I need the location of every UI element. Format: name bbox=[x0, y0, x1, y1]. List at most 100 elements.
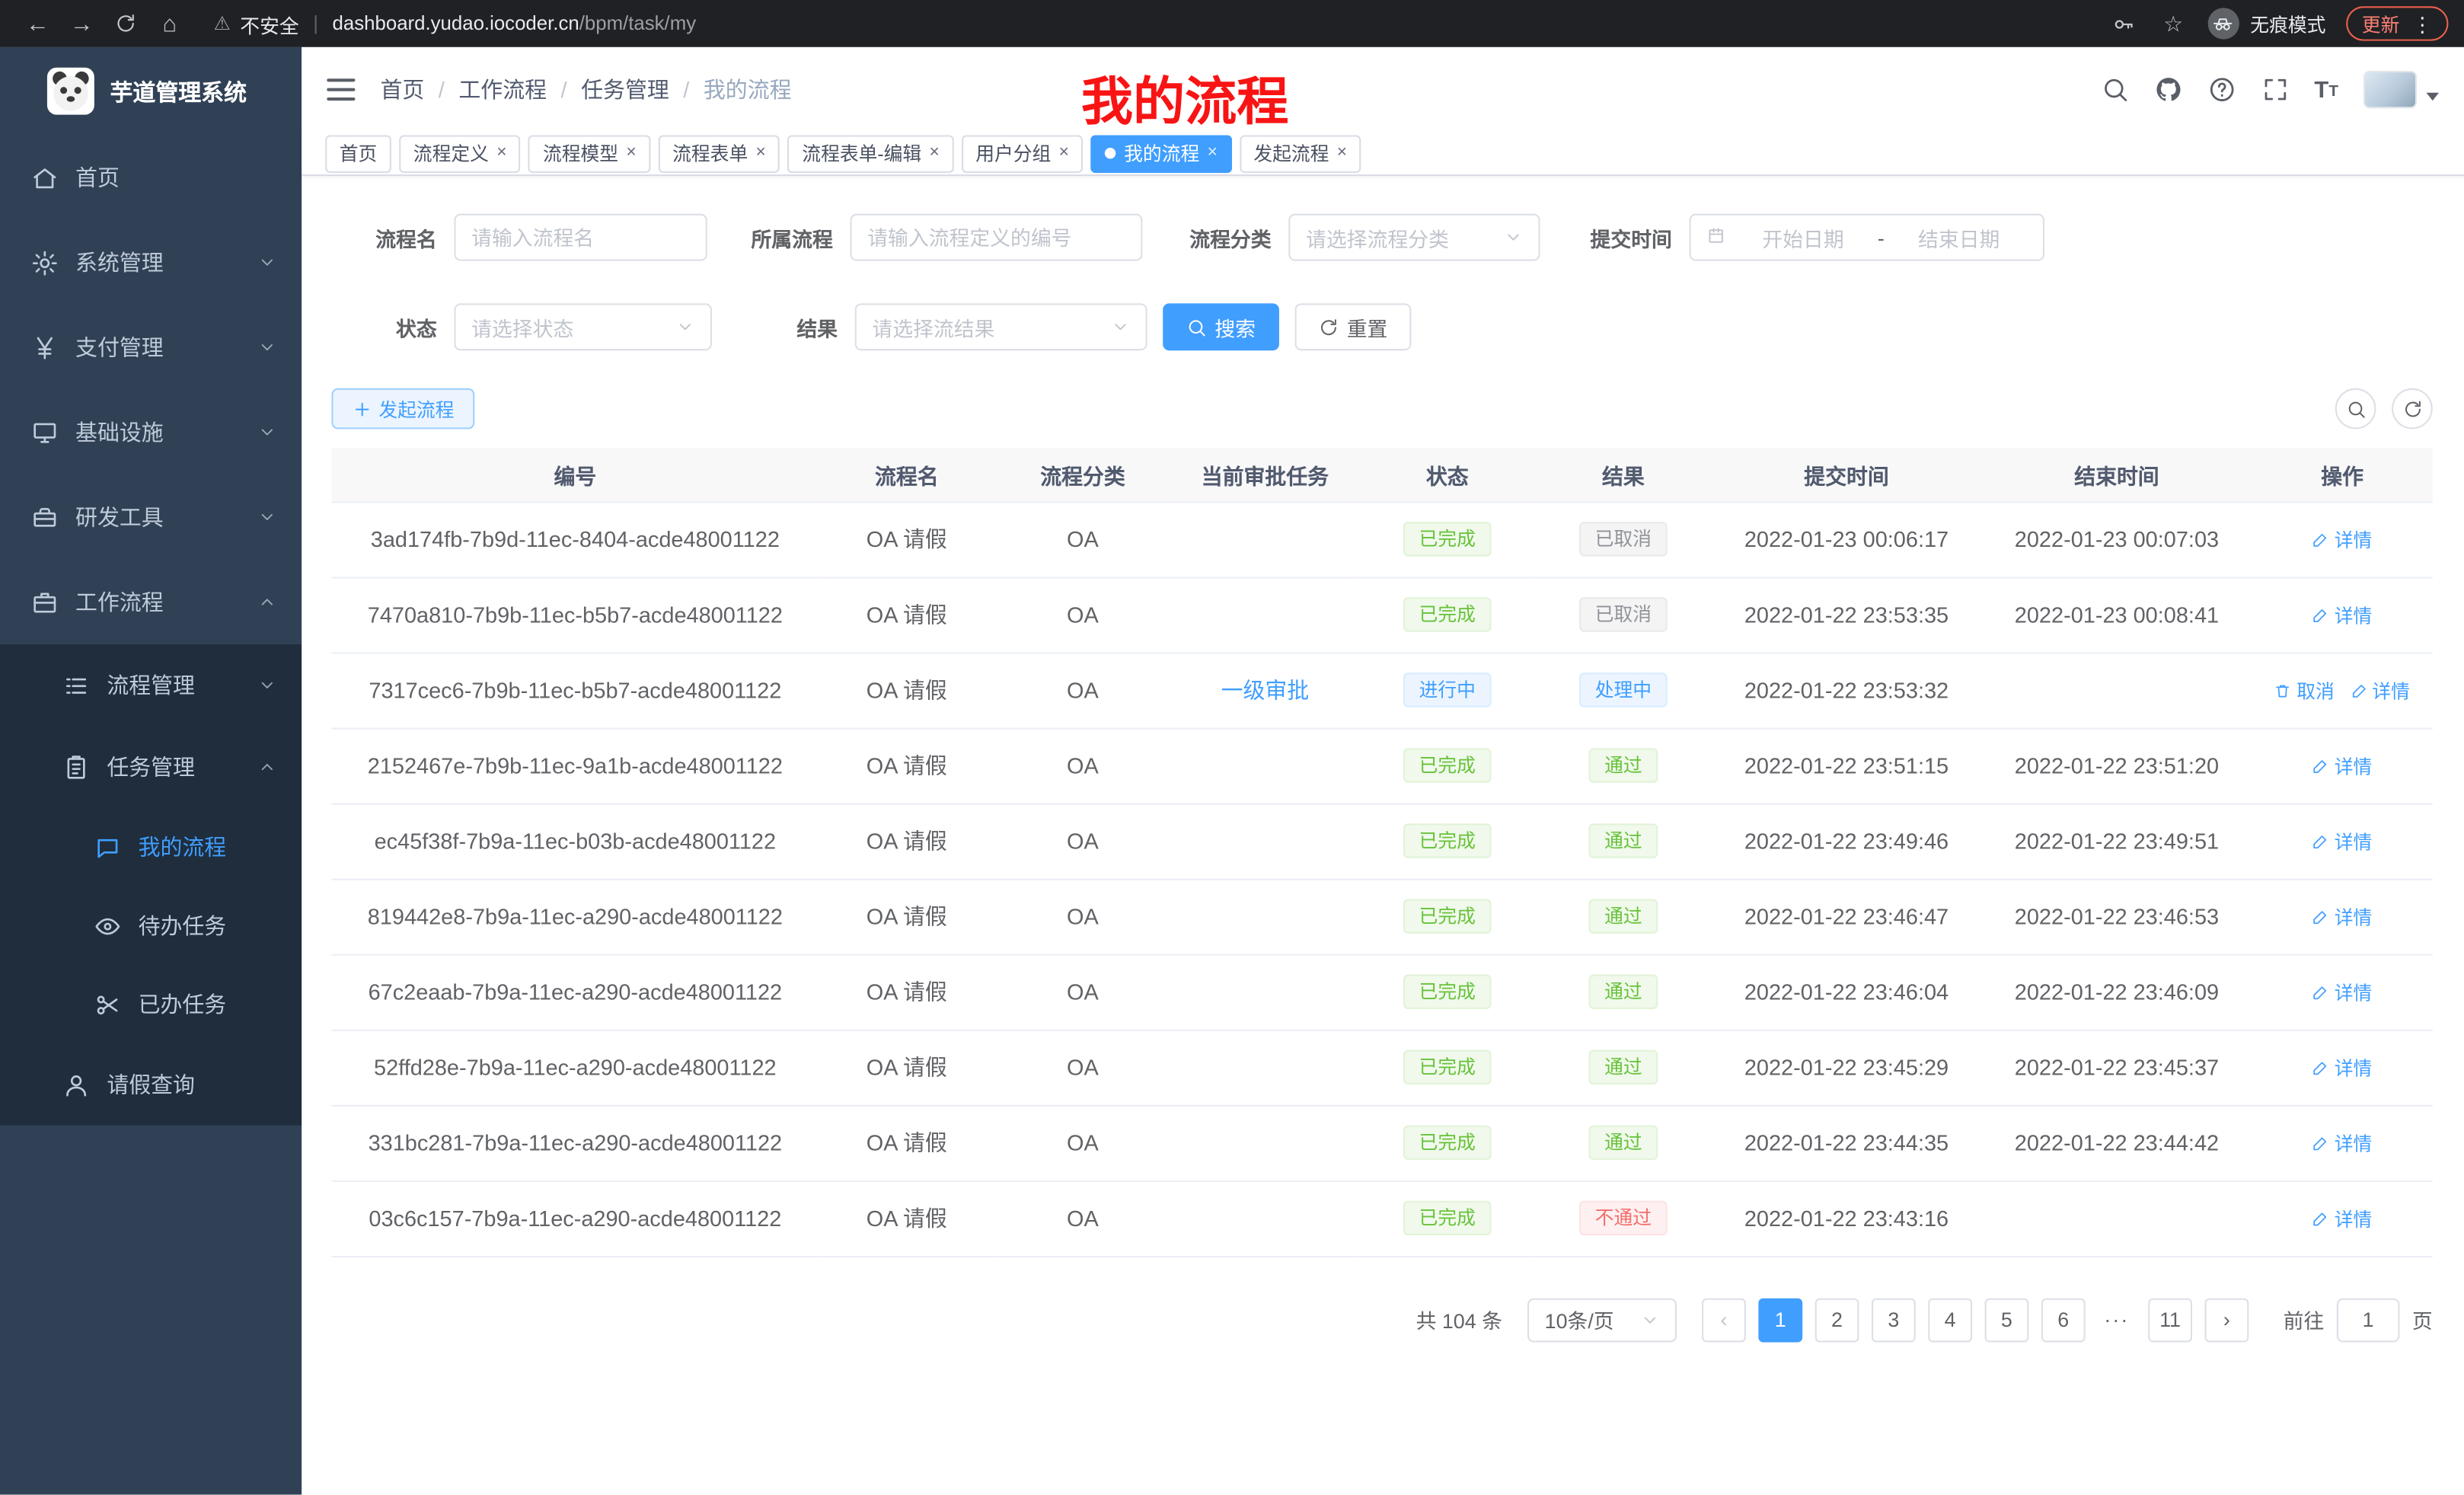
page-button[interactable]: 11 bbox=[2148, 1298, 2192, 1342]
sidebar-item[interactable]: 工作流程 bbox=[0, 560, 302, 644]
sidebar-item[interactable]: 待办任务 bbox=[0, 886, 302, 965]
page-button[interactable]: 5 bbox=[1985, 1298, 2029, 1342]
detail-action[interactable]: 详情 bbox=[2312, 903, 2372, 930]
next-page-button[interactable]: › bbox=[2204, 1298, 2249, 1342]
toolbar-right bbox=[2335, 388, 2433, 430]
sidebar-item[interactable]: 研发工具 bbox=[0, 474, 302, 559]
breadcrumb-item[interactable]: 任务管理 bbox=[581, 74, 669, 105]
reset-button[interactable]: 重置 bbox=[1295, 303, 1412, 350]
sidebar-item[interactable]: 基础设施 bbox=[0, 390, 302, 474]
toggle-search-button[interactable] bbox=[2335, 388, 2376, 430]
help-icon[interactable] bbox=[2207, 75, 2236, 104]
close-icon[interactable]: × bbox=[496, 145, 506, 162]
detail-action[interactable]: 详情 bbox=[2312, 601, 2372, 628]
cell-end-time: 2022-01-22 23:45:37 bbox=[1981, 1030, 2252, 1105]
pencil-icon bbox=[2312, 832, 2330, 850]
page-size-select[interactable]: 10条/页 bbox=[1527, 1298, 1677, 1342]
monitor-icon bbox=[31, 419, 58, 446]
breadcrumb-item[interactable]: 首页 bbox=[380, 74, 424, 105]
status-select[interactable]: 请选择状态 bbox=[454, 303, 711, 350]
tab-item[interactable]: 首页 bbox=[325, 134, 391, 172]
close-icon[interactable]: × bbox=[1208, 145, 1218, 162]
task-link[interactable]: 一级审批 bbox=[1221, 677, 1310, 702]
pages-ellipsis-icon[interactable]: ··· bbox=[2098, 1308, 2136, 1331]
status-tag: 已完成 bbox=[1403, 899, 1492, 933]
toolbox-icon bbox=[31, 503, 58, 530]
search-button[interactable]: 搜索 bbox=[1163, 303, 1279, 350]
detail-action[interactable]: 详情 bbox=[2312, 1129, 2372, 1156]
detail-action[interactable]: 详情 bbox=[2312, 1054, 2372, 1081]
sidebar-item[interactable]: 我的流程 bbox=[0, 808, 302, 886]
update-button[interactable]: 更新 ⋮ bbox=[2346, 6, 2448, 40]
tab-item[interactable]: 流程定义× bbox=[399, 134, 521, 172]
key-icon[interactable] bbox=[2111, 11, 2139, 36]
breadcrumb-item[interactable]: 工作流程 bbox=[458, 74, 547, 105]
sidebar-item[interactable]: 首页 bbox=[0, 135, 302, 219]
page-button[interactable]: 6 bbox=[2041, 1298, 2086, 1342]
hamburger-icon[interactable] bbox=[327, 78, 355, 101]
pagination: 共 104 条 10条/页 ‹ 123456···11 › 前往 页 bbox=[331, 1298, 2432, 1342]
address-bar[interactable]: ⚠ 不安全 | dashboard.yudao.iocoder.cn/bpm/t… bbox=[214, 8, 696, 38]
sidebar-item[interactable]: 流程管理 bbox=[0, 644, 302, 726]
menu-dots-icon[interactable]: ⋮ bbox=[2412, 14, 2433, 34]
column-header: 编号 bbox=[331, 448, 819, 501]
font-size-icon[interactable]: TT bbox=[2314, 78, 2338, 101]
process-name-input[interactable] bbox=[454, 214, 707, 261]
tab-item[interactable]: 流程表单-编辑× bbox=[788, 134, 954, 172]
cell-current-task bbox=[1171, 501, 1360, 577]
close-icon[interactable]: × bbox=[1059, 145, 1069, 162]
result-tag: 不通过 bbox=[1579, 1201, 1668, 1235]
detail-action[interactable]: 详情 bbox=[2312, 979, 2372, 1005]
cancel-action[interactable]: 取消 bbox=[2274, 676, 2334, 703]
cell-category: OA bbox=[994, 954, 1170, 1030]
page-button[interactable]: 4 bbox=[1928, 1298, 1972, 1342]
page-button[interactable]: 3 bbox=[1872, 1298, 1916, 1342]
back-icon[interactable]: ← bbox=[16, 10, 60, 37]
cell-category: OA bbox=[994, 879, 1170, 954]
close-icon[interactable]: × bbox=[626, 145, 636, 162]
app-logo[interactable]: 芋道管理系统 bbox=[0, 47, 302, 136]
avatar[interactable] bbox=[2363, 71, 2439, 109]
sidebar-item[interactable]: 支付管理 bbox=[0, 305, 302, 389]
cell-actions: 详情 bbox=[2252, 954, 2432, 1030]
search-icon[interactable] bbox=[2101, 75, 2129, 104]
cell-actions: 详情 bbox=[2252, 728, 2432, 803]
detail-action[interactable]: 详情 bbox=[2312, 828, 2372, 855]
category-select[interactable]: 请选择流程分类 bbox=[1288, 214, 1540, 261]
prev-page-button[interactable]: ‹ bbox=[1702, 1298, 1746, 1342]
detail-action[interactable]: 详情 bbox=[2350, 676, 2409, 703]
cell-id: 52ffd28e-7b9a-11ec-a290-acde48001122 bbox=[331, 1030, 819, 1105]
result-tag: 通过 bbox=[1588, 899, 1658, 933]
detail-action[interactable]: 详情 bbox=[2312, 1205, 2372, 1231]
close-icon[interactable]: × bbox=[756, 145, 766, 162]
process-id-input[interactable] bbox=[851, 214, 1143, 261]
goto-page-input[interactable] bbox=[2337, 1298, 2400, 1342]
submit-time-range[interactable]: 开始日期 - 结束日期 bbox=[1690, 214, 2044, 261]
forward-icon[interactable]: → bbox=[59, 10, 104, 37]
result-select[interactable]: 请选择流结果 bbox=[855, 303, 1147, 350]
page-button[interactable]: 1 bbox=[1758, 1298, 1802, 1342]
tab-item[interactable]: 流程模型× bbox=[528, 134, 650, 172]
tab-item[interactable]: 我的流程× bbox=[1091, 134, 1232, 172]
sidebar-item[interactable]: 请假查询 bbox=[0, 1043, 302, 1125]
github-icon[interactable] bbox=[2154, 75, 2182, 104]
sidebar-item[interactable]: 系统管理 bbox=[0, 220, 302, 305]
close-icon[interactable]: × bbox=[929, 145, 939, 162]
chevron-down-icon bbox=[257, 423, 276, 442]
sidebar-item[interactable]: 已办任务 bbox=[0, 965, 302, 1043]
refresh-table-button[interactable] bbox=[2392, 388, 2433, 430]
close-icon[interactable]: × bbox=[1337, 145, 1347, 162]
detail-action[interactable]: 详情 bbox=[2312, 525, 2372, 552]
tab-item[interactable]: 流程表单× bbox=[659, 134, 780, 172]
chrome-home-icon[interactable]: ⌂ bbox=[148, 10, 192, 37]
detail-action[interactable]: 详情 bbox=[2312, 752, 2372, 779]
create-process-button[interactable]: 发起流程 bbox=[331, 388, 474, 430]
tab-item[interactable]: 用户分组× bbox=[962, 134, 1084, 172]
chrome-toolbar: ☆ 无痕模式 更新 ⋮ bbox=[2111, 6, 2449, 40]
fullscreen-icon[interactable] bbox=[2261, 75, 2289, 104]
page-button[interactable]: 2 bbox=[1815, 1298, 1859, 1342]
tab-item[interactable]: 发起流程× bbox=[1240, 134, 1361, 172]
reload-icon[interactable] bbox=[104, 13, 148, 35]
sidebar-item[interactable]: 任务管理 bbox=[0, 726, 302, 807]
star-icon[interactable]: ☆ bbox=[2159, 11, 2188, 36]
